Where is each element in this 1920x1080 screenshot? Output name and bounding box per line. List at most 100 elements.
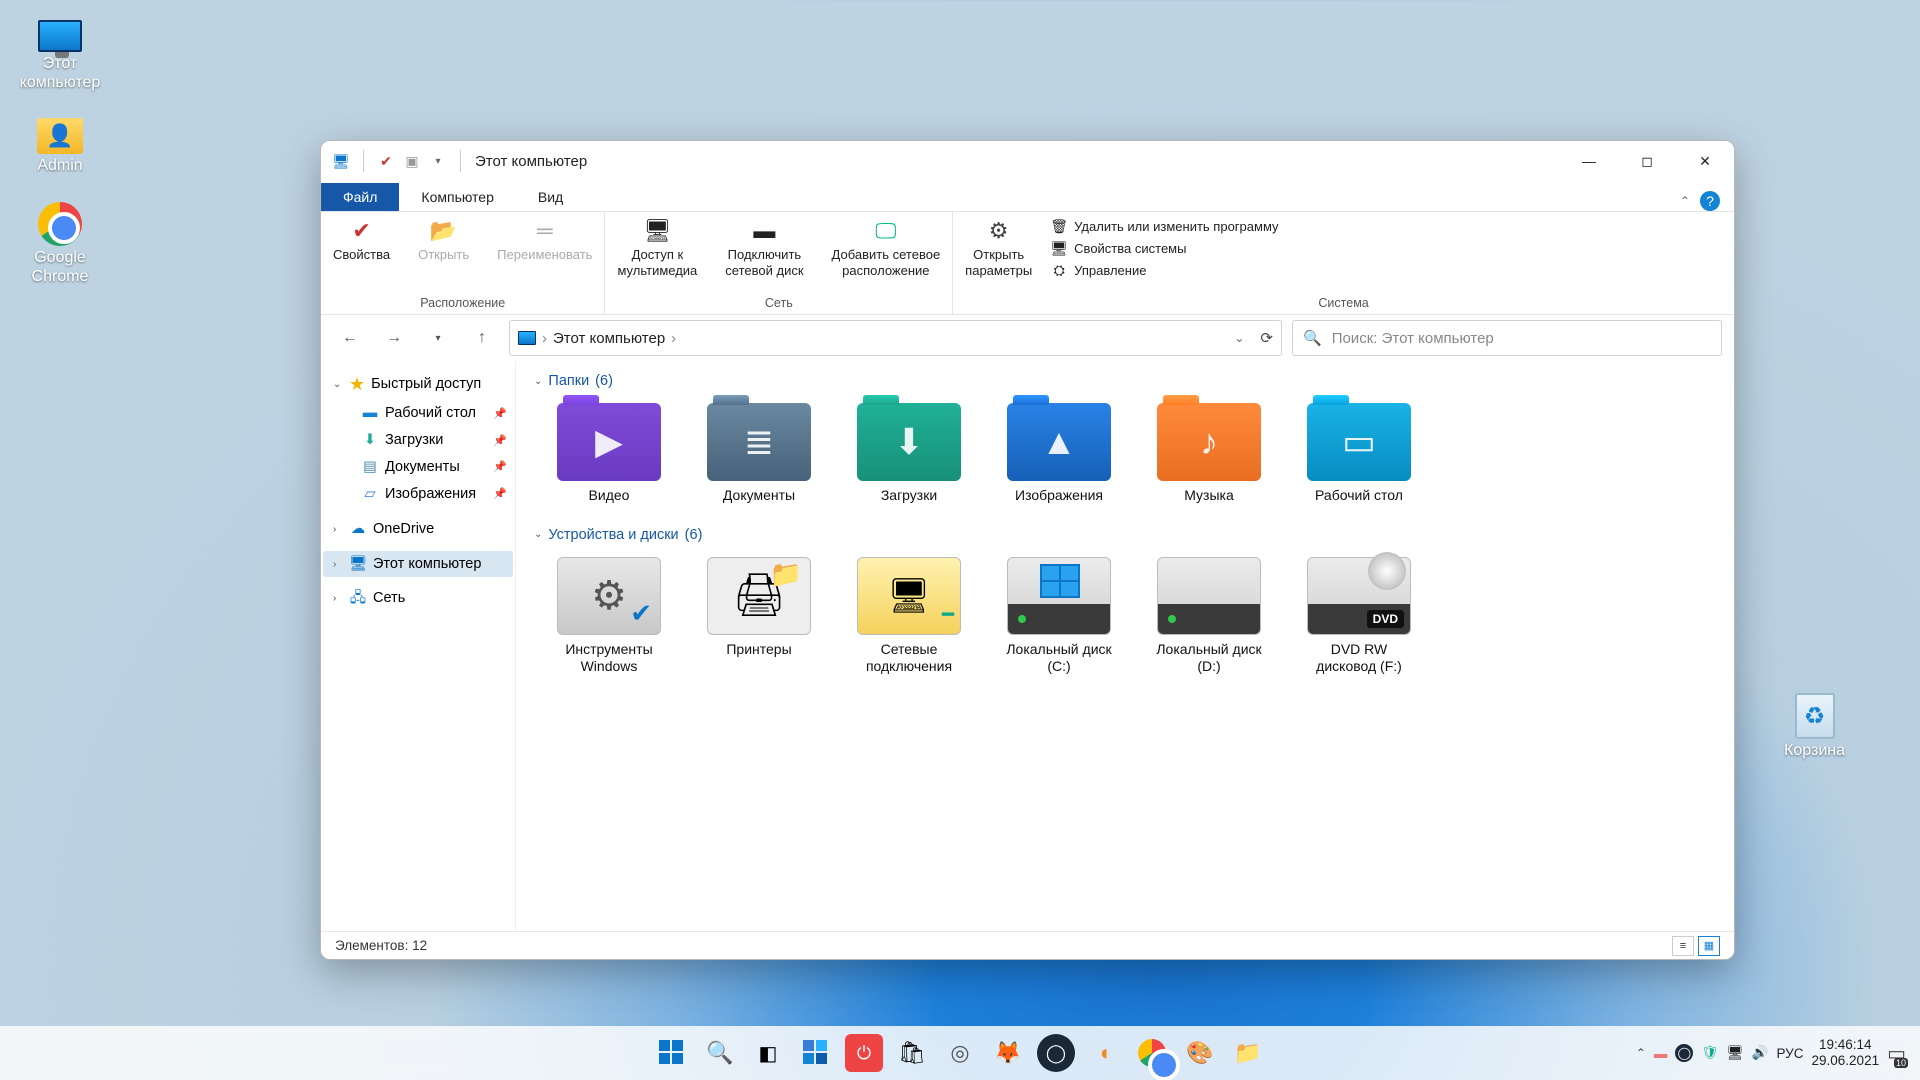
device-network-connections[interactable]: 🖥━Сетевые подключения [852,557,966,676]
ribbon-collapse-icon[interactable]: ⌃ [1680,194,1690,208]
ribbon-tab-computer[interactable]: Компьютер [399,183,515,211]
desktop-icon-recycle-bin[interactable]: ♻ Корзина [1784,693,1845,760]
desktop-icon-chrome[interactable]: Google Chrome [15,202,105,286]
ribbon-tab-view[interactable]: Вид [516,183,585,211]
quick-access-pc-icon[interactable]: 🖥 [331,152,351,170]
refresh-icon[interactable]: ⟳ [1260,329,1273,347]
onedrive-icon: ☁ [349,521,367,537]
folder-music[interactable]: ♪Музыка [1152,403,1266,505]
properties-button[interactable]: ✔ Свойства [333,217,390,263]
tray-notifications[interactable]: ▭10 [1887,1041,1906,1066]
quick-access-folder-icon[interactable]: ▣ [402,152,422,170]
download-icon: ⬇ [857,403,961,481]
section-devices[interactable]: ⌄Устройства и диски (6) [534,523,1716,547]
add-network-location-button[interactable]: 🖵 Добавить сетевое расположение [832,217,941,280]
documents-icon: ▤ [361,460,379,476]
download-icon: ⬇ [361,433,379,449]
folder-video[interactable]: ▶Видео [552,403,666,505]
nav-history-dropdown[interactable]: ▾ [421,321,455,355]
titlebar[interactable]: 🖥 ✔ ▣ ▾ Этот компьютер — ◻ ✕ [321,141,1734,181]
device-dvd-drive[interactable]: DVDDVD RW дисковод (F:) [1302,557,1416,676]
tree-desktop[interactable]: ▬Рабочий стол📌 [323,400,513,427]
nav-back-button[interactable]: ← [333,321,367,355]
device-windows-tools[interactable]: ⚙✔Инструменты Windows [552,557,666,676]
ribbon-tab-file[interactable]: Файл [321,183,399,211]
start-button[interactable] [653,1034,691,1072]
open-settings-button[interactable]: ⚙ Открыть параметры [965,217,1032,280]
pc-icon: 🖥 [349,556,367,572]
tray-volume-icon[interactable]: 🔊 [1752,1045,1769,1061]
folder-pictures[interactable]: ▲Изображения [1002,403,1116,505]
quick-access-properties-icon[interactable]: ✔ [376,152,396,170]
section-folders[interactable]: ⌄Папки (6) [534,369,1716,393]
search-icon: 🔍 [1303,329,1322,347]
taskbar-chrome-icon[interactable] [1133,1034,1171,1072]
taskbar: 🔍 ◧ ⏻ 🛍 ◎ 🦊 ◯ ◖ 🎨 📁 ⌃ ▬ ◯ 🛡 🖥 🔊 РУС 19:4… [0,1026,1920,1080]
close-button[interactable]: ✕ [1676,141,1734,181]
taskbar-firefox-icon[interactable]: 🦊 [989,1034,1027,1072]
map-drive-button[interactable]: ▬ Подключить сетевой диск [725,217,803,280]
pin-icon: 📌 [493,487,507,501]
taskbar-app-icon[interactable]: 🎨 [1181,1034,1219,1072]
taskbar-explorer-icon[interactable]: 📁 [1229,1034,1267,1072]
content-pane: ⌄Папки (6) ▶Видео ≣Документы ⬇Загрузки ▲… [516,361,1734,931]
help-icon[interactable]: ? [1700,191,1720,211]
taskbar-app-icon[interactable]: ◖ [1085,1034,1123,1072]
manage-button[interactable]: ⛭Управление [1046,261,1282,279]
desktop-icon-this-pc[interactable]: Этот компьютер [15,20,105,92]
view-tiles-button[interactable]: ▦ [1698,936,1720,956]
tray-icon[interactable]: ▬ [1654,1046,1668,1061]
folder-downloads[interactable]: ⬇Загрузки [852,403,966,505]
device-local-disk-c[interactable]: Локальный диск (C:) [1002,557,1116,676]
tree-quick-access[interactable]: ⌄★Быстрый доступ [323,369,513,400]
pictures-icon: ▱ [361,486,379,502]
taskbar-app-icon[interactable]: ◎ [941,1034,979,1072]
nav-forward-button[interactable]: → [377,321,411,355]
address-dropdown-icon[interactable]: ⌄ [1234,331,1244,345]
tree-downloads[interactable]: ⬇Загрузки📌 [323,427,513,454]
taskbar-store-icon[interactable]: 🛍 [893,1034,931,1072]
desktop-icon-admin[interactable]: 👤 Admin [15,118,105,175]
tray-chevron-icon[interactable]: ⌃ [1636,1046,1646,1060]
tree-documents[interactable]: ▤Документы📌 [323,454,513,481]
taskbar-taskview-icon[interactable]: ◧ [749,1034,787,1072]
tray-date: 29.06.2021 [1812,1053,1880,1069]
tray-language[interactable]: РУС [1776,1046,1803,1061]
search-input[interactable]: 🔍 Поиск: Этот компьютер [1292,320,1722,356]
folder-documents[interactable]: ≣Документы [702,403,816,505]
desktop-icon-label: Этот компьютер [20,54,101,92]
nav-up-button[interactable]: ↑ [465,321,499,355]
tray-clock[interactable]: 19:46:14 29.06.2021 [1812,1037,1880,1069]
maximize-button[interactable]: ◻ [1618,141,1676,181]
taskbar-widgets-icon[interactable] [797,1034,835,1072]
system-props-icon: 🖥 [1050,240,1068,256]
tree-this-pc[interactable]: ›🖥Этот компьютер [323,551,513,578]
folder-desktop[interactable]: ▭Рабочий стол [1302,403,1416,505]
video-icon: ▶ [557,403,661,481]
system-properties-button[interactable]: 🖥Свойства системы [1046,239,1282,257]
tree-onedrive[interactable]: ›☁OneDrive [323,516,513,543]
gear-icon: ⚙ [983,217,1015,245]
device-local-disk-d[interactable]: Локальный диск (D:) [1152,557,1266,676]
desktop-icon-label: Google Chrome [32,248,89,286]
tree-pictures[interactable]: ▱Изображения📌 [323,481,513,508]
tray-steam-icon[interactable]: ◯ [1675,1044,1693,1062]
uninstall-programs-button[interactable]: 🗑Удалить или изменить программу [1046,217,1282,235]
music-icon: ♪ [1157,403,1261,481]
view-details-button[interactable]: ≡ [1672,936,1694,956]
tree-network[interactable]: ›🖧Сеть [323,585,513,612]
taskbar-app-icon[interactable]: ⏻ [845,1034,883,1072]
desktop-icon: ▭ [1307,403,1411,481]
window-title: Этот компьютер [475,153,587,170]
address-bar[interactable]: › Этот компьютер › ⌄ ⟳ [509,320,1282,356]
tray-display-icon[interactable]: 🖥 [1727,1045,1744,1061]
taskbar-steam-icon[interactable]: ◯ [1037,1034,1075,1072]
desktop-icon-label: Admin [37,156,82,175]
media-access-button[interactable]: 🖥 Доступ к мультимедиа [617,217,697,280]
minimize-button[interactable]: — [1560,141,1618,181]
tray-defender-icon[interactable]: 🛡 [1701,1045,1718,1061]
quick-access-dropdown-icon[interactable]: ▾ [428,152,448,170]
taskbar-search-icon[interactable]: 🔍 [701,1034,739,1072]
ribbon-group-caption: Сеть [617,294,940,312]
device-printers[interactable]: 🖨📁Принтеры [702,557,816,676]
